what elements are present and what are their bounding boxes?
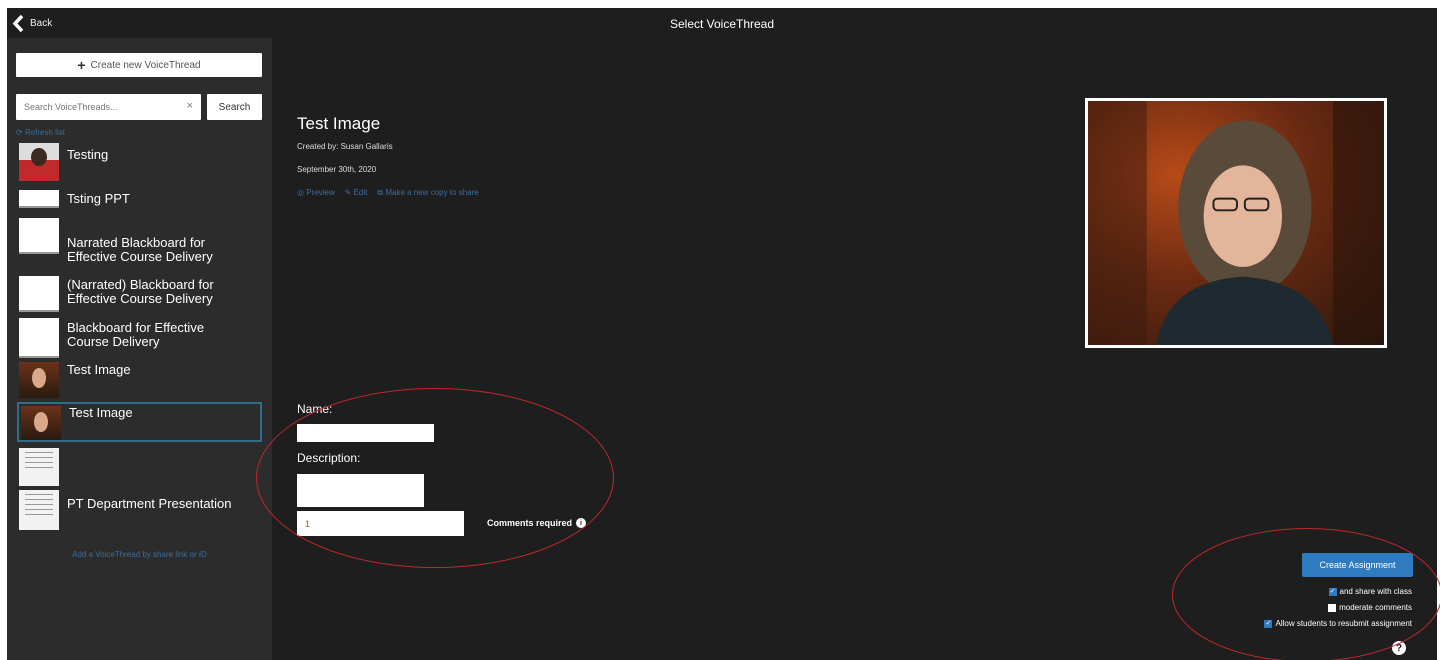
- voicethread-preview-image: [1085, 98, 1387, 348]
- info-icon[interactable]: i: [576, 518, 587, 528]
- create-assignment-button[interactable]: Create Assignment: [1302, 553, 1413, 577]
- sidebar: + Create new VoiceThread × Search ⟳ Refr…: [7, 38, 272, 660]
- create-voicethread-label: Create new VoiceThread: [90, 59, 201, 71]
- voicethread-actions: ◎ Preview ✎ Edit ⧉ Make a new copy to sh…: [297, 188, 479, 198]
- help-icon[interactable]: ?: [1392, 641, 1406, 655]
- edit-link[interactable]: ✎ Edit: [345, 188, 368, 198]
- voicethread-item[interactable]: Tsting PPT: [17, 188, 262, 210]
- plus-icon: +: [77, 57, 86, 73]
- comments-required-field[interactable]: [297, 511, 464, 536]
- share-with-class-checkbox[interactable]: [1328, 587, 1337, 596]
- allow-resubmit-option[interactable]: Allow students to resubmit assignment: [1264, 619, 1412, 628]
- voicethread-item-selected[interactable]: Test Image: [17, 402, 262, 442]
- moderate-comments-option[interactable]: moderate comments: [1328, 603, 1412, 612]
- share-with-class-option[interactable]: and share with class: [1328, 587, 1412, 596]
- item-title: Blackboard for Effective Course Delivery: [67, 320, 205, 349]
- allow-resubmit-checkbox[interactable]: [1264, 619, 1273, 628]
- description-field[interactable]: [297, 474, 424, 507]
- item-title: Test Image: [67, 362, 131, 377]
- thumbnail-image: [19, 318, 59, 358]
- voicethread-item[interactable]: (Narrated) Blackboard for Effective Cour…: [17, 274, 262, 314]
- voicethread-item[interactable]: Blackboard for Effective Course Delivery: [17, 316, 262, 360]
- portrait-icon: [1088, 101, 1384, 345]
- voicethread-item[interactable]: PT Department Presentation: [17, 448, 262, 530]
- moderate-comments-checkbox[interactable]: [1328, 603, 1337, 612]
- thumbnail-image: [19, 490, 59, 530]
- page-title: Select VoiceThread: [669, 17, 775, 31]
- thumbnail-image: [21, 406, 61, 440]
- search-input[interactable]: [16, 94, 176, 120]
- name-field[interactable]: [297, 424, 434, 442]
- created-by: Created by: Susan Gallaris: [297, 142, 393, 151]
- voicethread-title: Test Image: [297, 114, 381, 133]
- refresh-label: Refresh list: [24, 128, 65, 137]
- thumbnail-image: [19, 190, 59, 208]
- thumbnail-image: [19, 276, 59, 312]
- voicethread-item[interactable]: Test Image: [17, 360, 262, 400]
- item-title: (Narrated) Blackboard for Effective Cour…: [67, 277, 214, 306]
- search-button[interactable]: Search: [207, 94, 262, 120]
- description-label: Description:: [297, 451, 361, 465]
- clear-icon[interactable]: ×: [187, 100, 193, 112]
- item-title: Narrated Blackboard for Effective Course…: [67, 235, 213, 264]
- create-voicethread-button[interactable]: + Create new VoiceThread: [16, 53, 262, 77]
- voicethread-item[interactable]: Narrated Blackboard for Effective Course…: [17, 216, 262, 264]
- name-label: Name:: [297, 402, 333, 416]
- search-box: ×: [16, 94, 201, 120]
- refresh-link[interactable]: ⟳ Refresh list: [16, 128, 65, 137]
- app-frame: Back Select VoiceThread + Create new Voi…: [7, 8, 1437, 660]
- copy-link[interactable]: ⧉ Make a new copy to share: [377, 188, 478, 198]
- top-bar: Back Select VoiceThread: [7, 8, 1437, 38]
- thumbnail-image: [19, 143, 59, 181]
- item-title: Test Image: [69, 405, 133, 420]
- item-title: PT Department Presentation: [67, 496, 232, 511]
- add-by-link[interactable]: Add a VoiceThread by share link or ID: [7, 550, 272, 559]
- preview-link[interactable]: ◎ Preview: [297, 188, 335, 198]
- item-title: Tsting PPT: [67, 191, 130, 206]
- thumbnail-image: [19, 448, 59, 486]
- item-title: Testing: [67, 147, 109, 162]
- created-date: September 30th, 2020: [297, 165, 377, 174]
- thumbnail-image: [19, 362, 59, 398]
- voicethread-item[interactable]: Testing: [17, 141, 262, 183]
- thumbnail-image: [19, 218, 59, 254]
- comments-required-label: Comments required i: [487, 518, 587, 528]
